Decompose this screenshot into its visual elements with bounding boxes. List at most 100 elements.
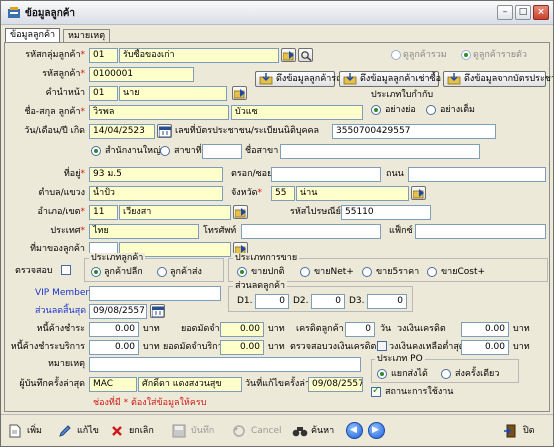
customer-group-picker-button[interactable] bbox=[281, 48, 296, 62]
check-credit-checkbox[interactable] bbox=[377, 341, 387, 351]
service-debt-input[interactable]: 0.00 bbox=[89, 340, 139, 355]
customer-wholesale-radio[interactable] bbox=[157, 267, 167, 277]
credit-limit-baht: บาท bbox=[513, 324, 530, 334]
title-picker-button[interactable] bbox=[232, 86, 247, 100]
zip-input[interactable]: 55110 bbox=[341, 205, 431, 220]
po-split-radio[interactable] bbox=[377, 369, 387, 379]
deposit-input[interactable]: 0.00 bbox=[220, 322, 264, 337]
minimize-button[interactable]: – bbox=[497, 5, 513, 20]
last-edit-input[interactable]: 09/08/2557 bbox=[308, 377, 363, 392]
invoice-short-label: อย่างย่อ bbox=[385, 105, 416, 115]
district-picker-button[interactable] bbox=[233, 205, 248, 219]
tab-notes[interactable]: หมายเหตุ bbox=[63, 29, 111, 43]
view-group-radio[interactable] bbox=[391, 50, 401, 60]
edit-button[interactable]: แก้ไข bbox=[57, 421, 107, 441]
credit-limit-input[interactable]: 0.00 bbox=[461, 322, 509, 337]
vip-input[interactable] bbox=[89, 286, 221, 301]
country-input[interactable]: ไทย bbox=[89, 224, 199, 239]
credit-balance-input[interactable]: 0.00 bbox=[461, 340, 509, 355]
save-button[interactable]: บันทึก bbox=[171, 421, 227, 441]
maximize-button[interactable]: □ bbox=[515, 5, 531, 20]
debt-baht: บาท bbox=[143, 324, 160, 334]
last-name-input[interactable]: บัวแซ bbox=[231, 105, 363, 120]
credit-input[interactable]: 0 bbox=[345, 322, 375, 337]
address-input[interactable]: 93 ม.5 bbox=[89, 167, 223, 182]
po-once-radio[interactable] bbox=[441, 369, 451, 379]
fetch-car-customer-button[interactable]: ดึงข้อมูลลูกค้ารถ bbox=[255, 71, 342, 87]
district-code-input[interactable]: 11 bbox=[89, 205, 118, 220]
branch-label: สาขาที่ bbox=[174, 146, 202, 156]
sale-normal-label: ขายปกติ bbox=[251, 267, 285, 277]
discount-end-calendar-button[interactable] bbox=[150, 304, 165, 318]
binoculars-icon bbox=[292, 427, 308, 437]
soi-input[interactable] bbox=[271, 167, 381, 182]
tab-customer-info[interactable]: ข้อมูลลูกค้า bbox=[5, 28, 61, 42]
debt-label: หนี้ค้างชำระ bbox=[36, 324, 85, 334]
sale-net-radio[interactable] bbox=[300, 267, 310, 277]
district-name-input[interactable]: เวียงสา bbox=[119, 205, 231, 220]
close-button[interactable]: ปิด bbox=[503, 421, 547, 441]
active-status-checkbox[interactable] bbox=[371, 385, 381, 397]
d2-input[interactable]: 0 bbox=[311, 294, 345, 309]
customer-group-find-button[interactable] bbox=[298, 48, 313, 62]
invoice-full-label: อย่างเต็ม bbox=[440, 105, 475, 115]
phone-input[interactable] bbox=[241, 224, 381, 239]
cancel-record-button[interactable]: ยกเลิก bbox=[109, 421, 167, 441]
credit-label: เครดิตลูกค้า bbox=[296, 324, 344, 334]
next-record-button[interactable]: ▶ bbox=[368, 422, 385, 439]
debt-input[interactable]: 0.00 bbox=[89, 322, 139, 337]
title-code-input[interactable]: 01 bbox=[89, 86, 118, 101]
service-deposit-input[interactable]: 0.00 bbox=[220, 340, 264, 355]
recorder-code-input[interactable]: MAC bbox=[89, 377, 137, 392]
branch-name-input[interactable] bbox=[280, 144, 480, 159]
branch-radio[interactable] bbox=[160, 146, 170, 156]
fax-input[interactable] bbox=[415, 224, 546, 239]
invoice-full-radio[interactable] bbox=[426, 105, 436, 115]
dob-input[interactable]: 14/04/2523 bbox=[89, 124, 155, 139]
province-picker-button[interactable] bbox=[411, 186, 426, 200]
title-name-input[interactable]: นาย bbox=[119, 86, 227, 101]
address-label: ที่อยู่* bbox=[63, 169, 85, 179]
head-office-radio[interactable] bbox=[91, 146, 101, 156]
tax-id-input[interactable]: 3550700429557 bbox=[332, 124, 496, 139]
customer-group-name-input[interactable]: รับซื้อของเก่า bbox=[119, 48, 279, 63]
province-name-input[interactable]: น่าน bbox=[296, 186, 409, 201]
d1-input[interactable]: 0 bbox=[255, 294, 289, 309]
dob-calendar-button[interactable] bbox=[157, 124, 172, 138]
note-input[interactable] bbox=[89, 357, 361, 372]
credit-balance-label: วงเงินคงเหลือต่ำสุด bbox=[389, 342, 465, 352]
province-label: จังหวัด* bbox=[231, 188, 262, 198]
d3-input[interactable]: 0 bbox=[367, 294, 407, 309]
invoice-short-radio[interactable] bbox=[371, 105, 381, 115]
cancel-button[interactable]: Cancel bbox=[231, 421, 287, 441]
verify-checkbox[interactable] bbox=[61, 265, 71, 275]
fetch-hire-purchase-customer-button[interactable]: ดึงข้อมูลลูกค้าเช่าซื้อ bbox=[339, 71, 441, 87]
add-button[interactable]: เพิ่ม bbox=[7, 421, 55, 441]
recorder-name-input[interactable]: ศักดิ์ดา แดงสงวนสุข bbox=[138, 377, 242, 392]
sale-5price-label: ขาย5ราคา bbox=[376, 267, 420, 277]
sale-cost-radio[interactable] bbox=[427, 267, 437, 277]
sale-5price-radio[interactable] bbox=[362, 267, 372, 277]
app-icon bbox=[8, 7, 20, 18]
province-code-input[interactable]: 55 bbox=[271, 186, 295, 201]
branch-no-input[interactable] bbox=[202, 144, 242, 159]
close-window-button[interactable]: × bbox=[533, 5, 549, 20]
sale-normal-radio[interactable] bbox=[237, 267, 247, 277]
search-button[interactable]: ค้นหา bbox=[291, 421, 337, 441]
customer-group-code-input[interactable]: 01 bbox=[89, 48, 118, 63]
tax-id-label: เลขที่บัตรประชาชน/ระเบียนนิติบุคคล bbox=[175, 126, 320, 136]
download-icon bbox=[447, 73, 461, 85]
note-label: หมายเหตุ bbox=[47, 359, 85, 369]
first-name-input[interactable]: วิรพล bbox=[89, 105, 229, 120]
discount-end-input[interactable]: 09/08/2557 bbox=[89, 304, 147, 319]
customer-retail-radio[interactable] bbox=[91, 267, 101, 277]
previous-record-button[interactable]: ◀ bbox=[346, 422, 363, 439]
fetch-id-card-button[interactable]: ดึงข้อมูลจากบัตรประชาชน bbox=[443, 71, 553, 87]
subdistrict-input[interactable]: น้ำปั้ว bbox=[89, 186, 223, 201]
customer-code-input[interactable]: 0100001 bbox=[89, 67, 194, 82]
view-single-radio[interactable] bbox=[461, 50, 471, 60]
dob-label: วัน/เดือน/ปี เกิด bbox=[24, 126, 85, 136]
recorder-label: ผู้บันทึกครั้งล่าสุด bbox=[19, 379, 85, 389]
district-label: อำเภอ/เขต* bbox=[37, 207, 85, 217]
road-input[interactable] bbox=[408, 167, 546, 182]
